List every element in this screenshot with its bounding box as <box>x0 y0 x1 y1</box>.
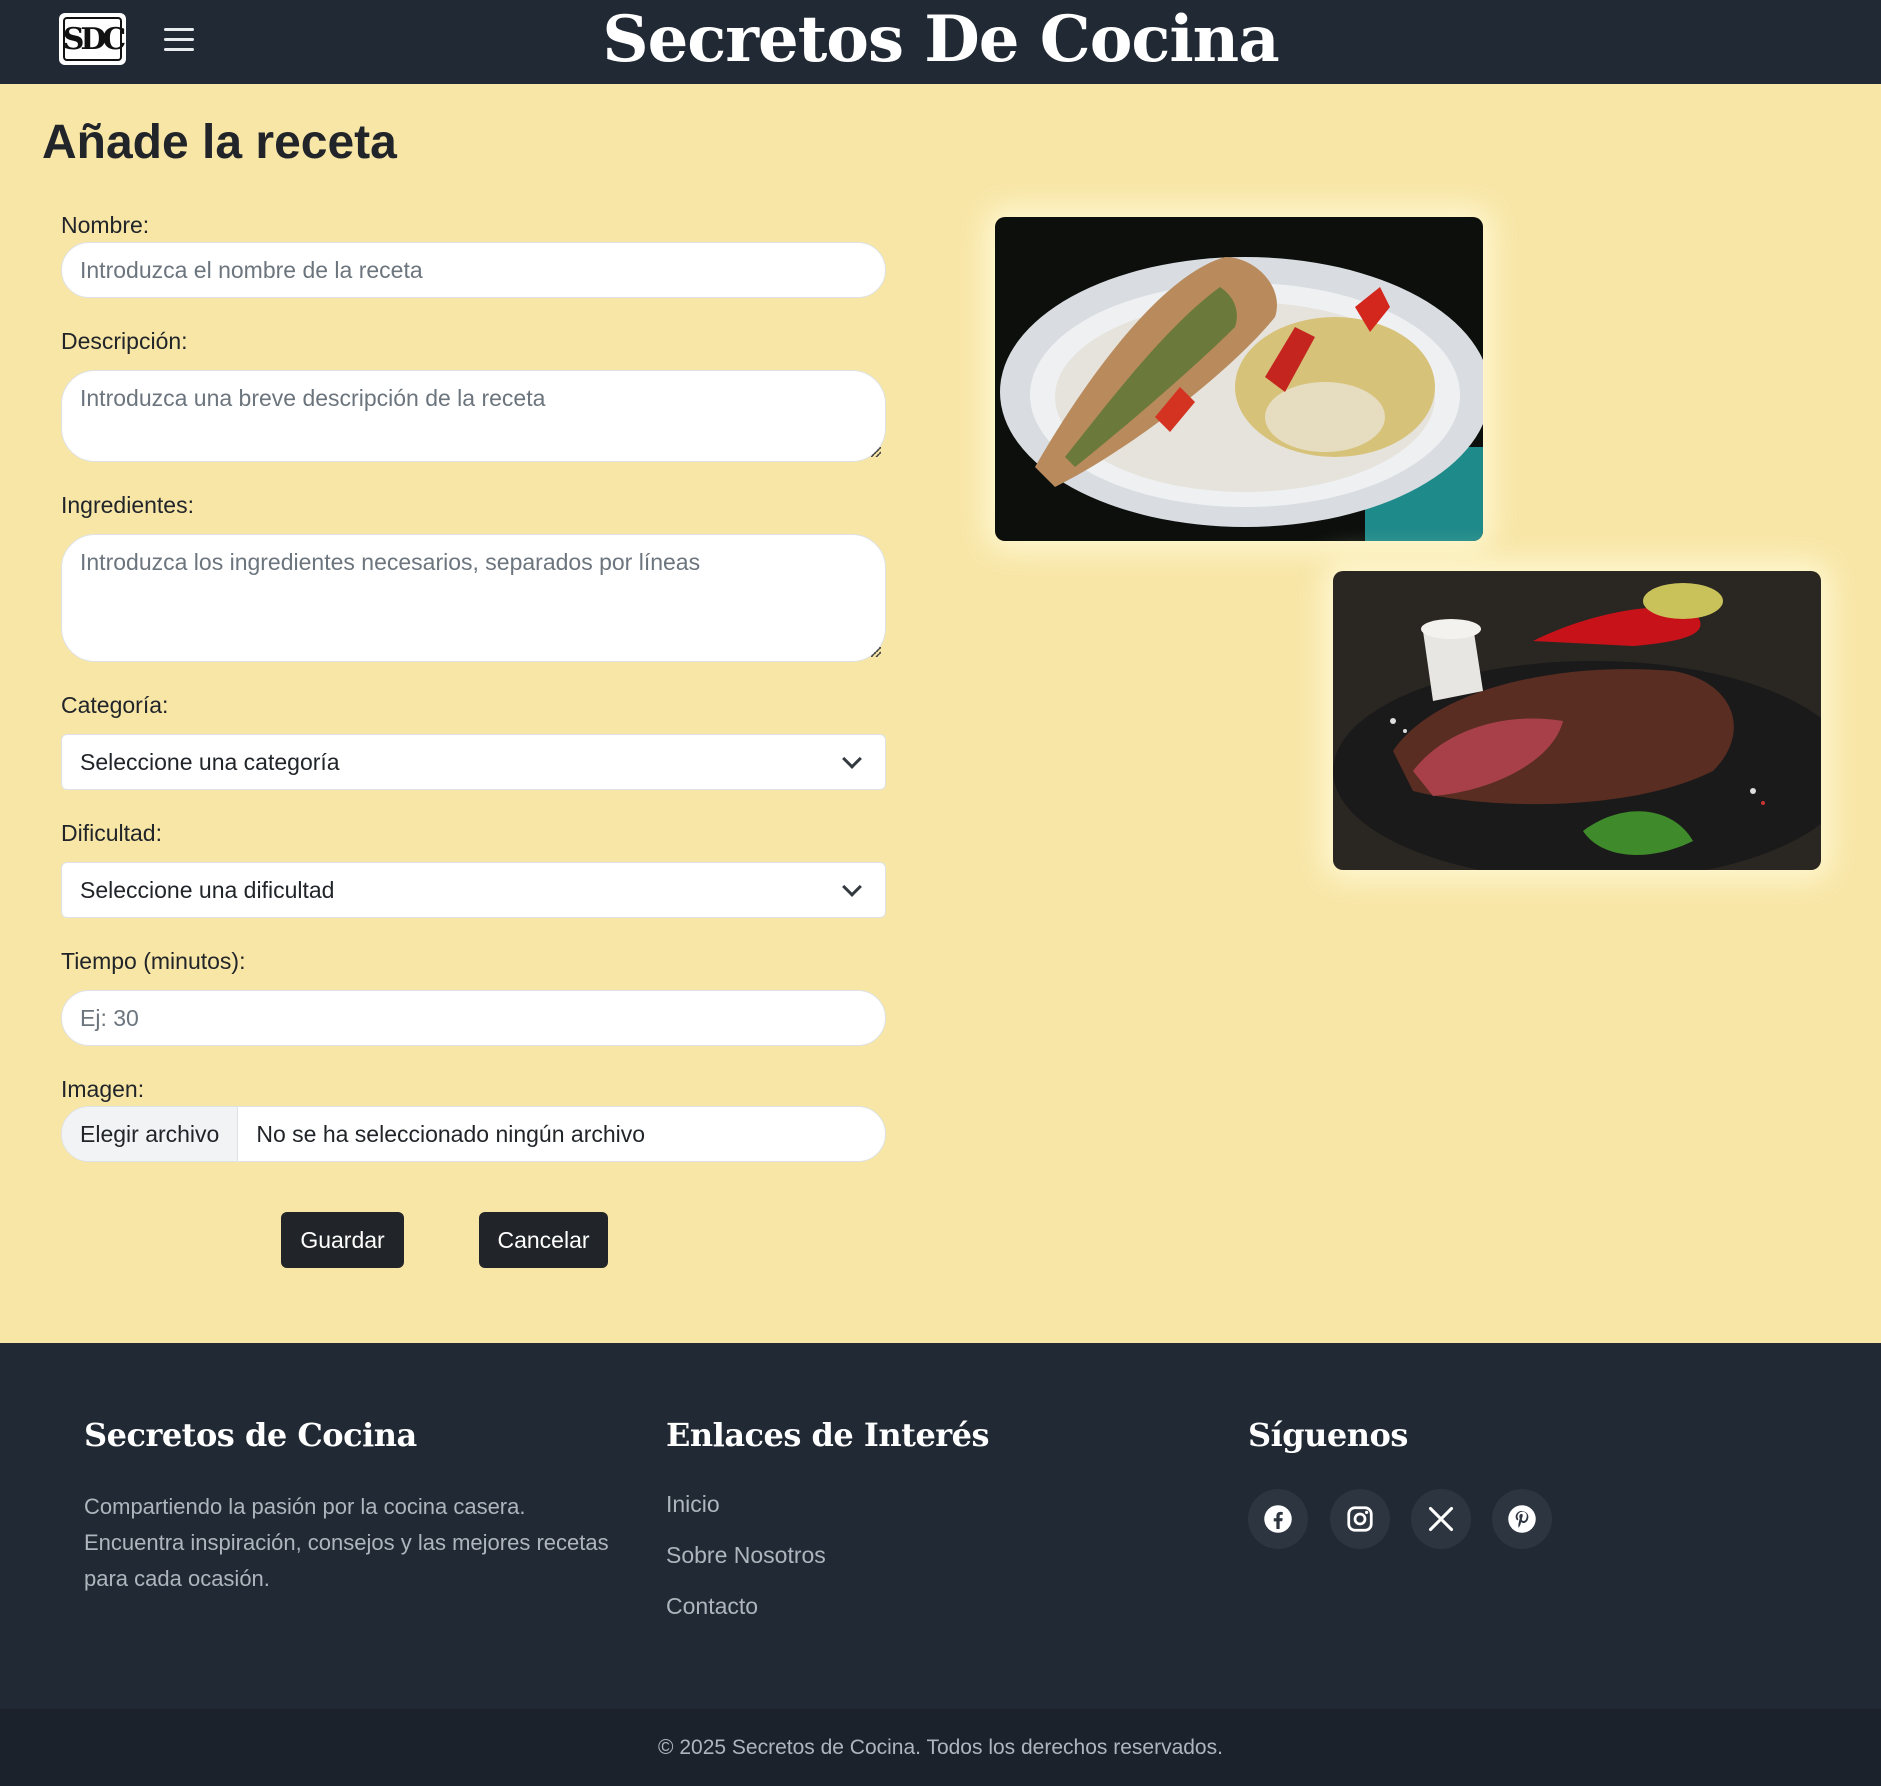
nombre-input[interactable]: Introduzca el nombre de la receta <box>61 242 886 298</box>
imagen-label: Imagen: <box>61 1076 145 1102</box>
x-icon[interactable] <box>1411 1489 1471 1549</box>
categoria-select[interactable]: Seleccione una categoría <box>61 734 886 790</box>
dificultad-label: Dificultad: <box>61 820 162 846</box>
page-title: Añade la receta <box>42 116 397 169</box>
footer-about-text: Compartiendo la pasión por la cocina cas… <box>84 1494 609 1591</box>
site-title: Secretos De Cocina <box>602 2 1279 77</box>
facebook-icon[interactable] <box>1248 1489 1308 1549</box>
ingredientes-textarea[interactable]: Introduzca los ingredientes necesarios, … <box>61 534 886 662</box>
footer-bottom-bar: © 2025 Secretos de Cocina. Todos los der… <box>0 1709 1881 1786</box>
top-navbar: SDC Secretos De Cocina <box>0 0 1881 84</box>
descripcion-label: Descripción: <box>61 328 188 354</box>
tiempo-placeholder: Ej: 30 <box>80 1004 139 1031</box>
nombre-placeholder: Introduzca el nombre de la receta <box>80 256 423 283</box>
site-footer: Secretos de Cocina Compartiendo la pasió… <box>0 1343 1881 1709</box>
dificultad-selected: Seleccione una dificultad <box>80 876 335 903</box>
footer-link-inicio[interactable]: Inicio <box>666 1491 720 1518</box>
instagram-icon[interactable] <box>1330 1489 1390 1549</box>
resize-handle-icon[interactable] <box>871 447 881 457</box>
dificultad-select[interactable]: Seleccione una dificultad <box>61 862 886 918</box>
copyright-text: © 2025 Secretos de Cocina. Todos los der… <box>658 1736 1223 1759</box>
imagen-file-input[interactable]: Elegir archivo No se ha seleccionado nin… <box>61 1106 886 1162</box>
footer-social-title: Síguenos <box>1248 1416 1408 1454</box>
save-button[interactable]: Guardar <box>281 1212 404 1268</box>
categoria-selected: Seleccione una categoría <box>80 748 340 775</box>
pinterest-icon[interactable] <box>1492 1489 1552 1549</box>
chevron-down-icon <box>842 877 862 897</box>
file-status: No se ha seleccionado ningún archivo <box>256 1120 646 1147</box>
nombre-label: Nombre: <box>61 212 150 238</box>
tiempo-input[interactable]: Ej: 30 <box>61 990 886 1046</box>
fish-dish-photo <box>995 217 1483 541</box>
cancel-button[interactable]: Cancelar <box>479 1212 608 1268</box>
footer-link-sobre-nosotros[interactable]: Sobre Nosotros <box>666 1542 826 1569</box>
chevron-down-icon <box>842 749 862 769</box>
tiempo-label: Tiempo (minutos): <box>61 948 246 974</box>
descripcion-textarea[interactable]: Introduzca una breve descripción de la r… <box>61 370 886 462</box>
steak-dish-photo <box>1333 571 1821 870</box>
descripcion-placeholder: Introduzca una breve descripción de la r… <box>80 385 546 411</box>
categoria-label: Categoría: <box>61 692 169 718</box>
footer-links-title: Enlaces de Interés <box>666 1416 990 1454</box>
footer-about-title: Secretos de Cocina <box>84 1416 417 1454</box>
resize-handle-icon[interactable] <box>871 647 881 657</box>
choose-file-button[interactable]: Elegir archivo <box>62 1107 239 1161</box>
ingredientes-label: Ingredientes: <box>61 492 194 518</box>
footer-link-contacto[interactable]: Contacto <box>666 1593 758 1620</box>
ingredientes-placeholder: Introduzca los ingredientes necesarios, … <box>80 549 701 575</box>
